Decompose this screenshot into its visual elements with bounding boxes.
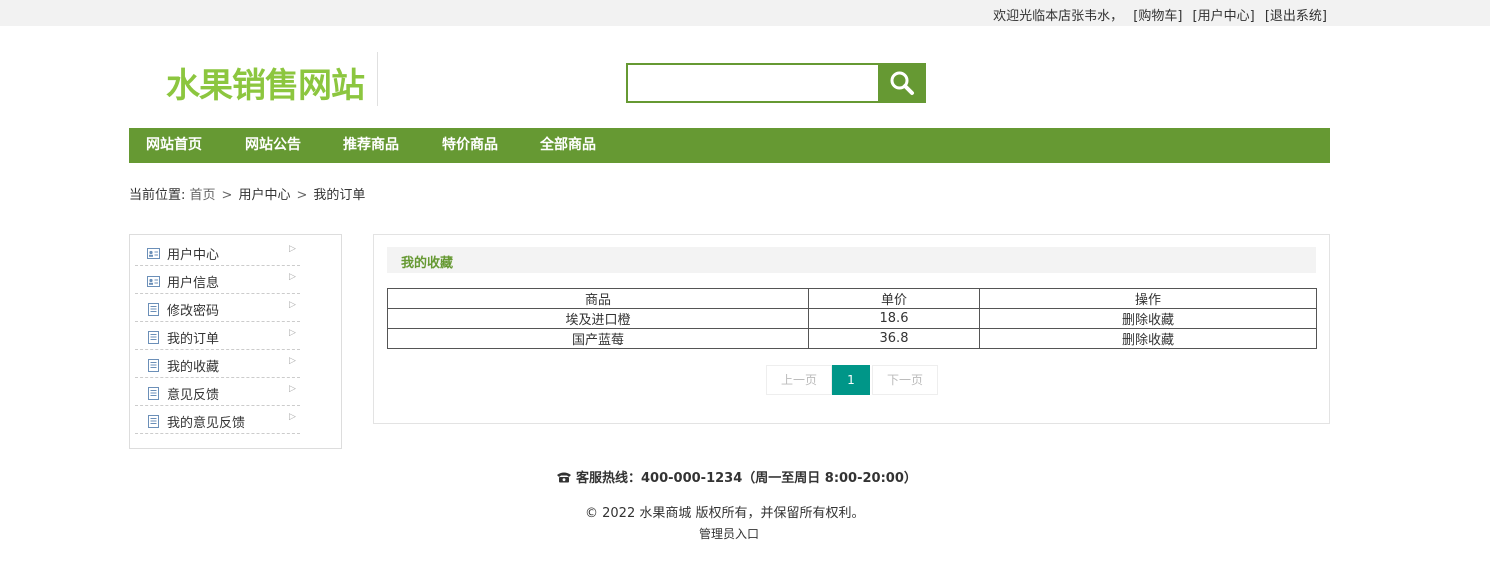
- document-icon: [148, 359, 159, 372]
- nav-item-announcements[interactable]: 网站公告: [245, 128, 301, 163]
- sidebar-item-label: 我的收藏: [167, 360, 220, 375]
- search-icon: [890, 71, 914, 95]
- user-sidebar: 用户中心 ▷ 用户信息 ▷ 修改密码 ▷ 我的订单 ▷ 我的收藏 ▷ 意见反馈 …: [129, 234, 342, 449]
- sidebar-item-my-feedback[interactable]: 我的意见反馈 ▷: [135, 406, 300, 434]
- sidebar-item-label: 我的订单: [167, 332, 220, 347]
- breadcrumb-current: 我的订单: [313, 188, 366, 203]
- table-row: 埃及进口橙 18.6 删除收藏: [387, 308, 1317, 329]
- user-card-icon: [147, 276, 160, 287]
- favorites-table: 商品 单价 操作 埃及进口橙 18.6 删除收藏 国产蓝莓 36.8 删除收藏: [387, 288, 1317, 349]
- price-cell: 36.8: [808, 328, 980, 349]
- document-icon: [148, 415, 159, 428]
- cart-link[interactable]: [购物车]: [1133, 9, 1182, 24]
- hotline-text: 客服热线：400-000-1234（周一至周日 8:00-20:00）: [576, 471, 917, 486]
- table-header-row: 商品 单价 操作: [387, 288, 1317, 309]
- breadcrumb-prefix: 当前位置:: [129, 188, 186, 203]
- copyright-text: © 2022 水果商城 版权所有，并保留所有权利。: [585, 506, 865, 521]
- favorites-panel: 我的收藏 商品 单价 操作 埃及进口橙 18.6 删除收藏 国产蓝莓 36.8 …: [373, 234, 1330, 424]
- sidebar-item-label: 用户信息: [167, 276, 220, 291]
- nav-item-all-products[interactable]: 全部商品: [540, 128, 596, 163]
- remove-favorite-link[interactable]: 删除收藏: [979, 328, 1317, 349]
- breadcrumb-home[interactable]: 首页: [190, 188, 216, 203]
- sidebar-item-label: 用户中心: [167, 248, 220, 263]
- chevron-right-icon: ▷: [289, 412, 296, 422]
- service-hotline: 客服热线：400-000-1234（周一至周日 8:00-20:00）: [556, 467, 917, 486]
- search-input[interactable]: [626, 63, 884, 103]
- breadcrumb-user-center[interactable]: 用户中心: [238, 188, 290, 203]
- main-nav: 网站首页 网站公告 推荐商品 特价商品 全部商品: [129, 128, 1330, 163]
- document-icon: [148, 387, 159, 400]
- logo-divider: [377, 52, 378, 106]
- chevron-right-icon: ▷: [289, 244, 296, 254]
- sidebar-item-change-password[interactable]: 修改密码 ▷: [135, 294, 300, 322]
- logout-link[interactable]: [退出系统]: [1265, 9, 1327, 24]
- next-page-button[interactable]: 下一页: [872, 365, 938, 395]
- page-1-button[interactable]: 1: [832, 365, 870, 395]
- sidebar-item-label: 意见反馈: [167, 388, 220, 403]
- site-logo[interactable]: 水果销售网站: [166, 58, 365, 107]
- search-bar: [626, 63, 926, 103]
- top-bar: 欢迎光临本店张韦水， [购物车] [用户中心] [退出系统]: [0, 0, 1490, 26]
- phone-icon: [557, 472, 571, 483]
- product-name-cell[interactable]: 埃及进口橙: [387, 308, 809, 329]
- sidebar-item-label: 修改密码: [167, 304, 220, 319]
- column-header-price: 单价: [808, 288, 980, 309]
- breadcrumb-separator: >: [296, 188, 308, 203]
- panel-header: 我的收藏: [387, 247, 1316, 273]
- sidebar-item-label: 我的意见反馈: [167, 416, 246, 431]
- top-bar-links: 欢迎光临本店张韦水， [购物车] [用户中心] [退出系统]: [987, 5, 1327, 24]
- admin-login-link[interactable]: 管理员入口: [699, 525, 759, 542]
- sidebar-item-my-orders[interactable]: 我的订单 ▷: [135, 322, 300, 350]
- panel-title: 我的收藏: [401, 256, 454, 271]
- chevron-right-icon: ▷: [289, 328, 296, 338]
- user-card-icon: [147, 248, 160, 259]
- nav-item-specials[interactable]: 特价商品: [442, 128, 498, 163]
- remove-favorite-link[interactable]: 删除收藏: [979, 308, 1317, 329]
- column-header-product: 商品: [387, 288, 809, 309]
- sidebar-item-my-favorites[interactable]: 我的收藏 ▷: [135, 350, 300, 378]
- nav-item-recommended[interactable]: 推荐商品: [343, 128, 399, 163]
- chevron-right-icon: ▷: [289, 356, 296, 366]
- welcome-text: 欢迎光临本店张韦水，: [993, 9, 1124, 24]
- column-header-action: 操作: [979, 288, 1317, 309]
- chevron-right-icon: ▷: [289, 300, 296, 310]
- breadcrumb-separator: >: [221, 188, 233, 203]
- table-row: 国产蓝莓 36.8 删除收藏: [387, 328, 1317, 349]
- chevron-right-icon: ▷: [289, 272, 296, 282]
- document-icon: [148, 303, 159, 316]
- sidebar-item-user-center[interactable]: 用户中心 ▷: [135, 238, 300, 266]
- sidebar-item-user-info[interactable]: 用户信息 ▷: [135, 266, 300, 294]
- chevron-right-icon: ▷: [289, 384, 296, 394]
- prev-page-button[interactable]: 上一页: [766, 365, 832, 395]
- product-name-cell[interactable]: 国产蓝莓: [387, 328, 809, 349]
- user-center-link[interactable]: [用户中心]: [1193, 9, 1255, 24]
- sidebar-item-feedback[interactable]: 意见反馈 ▷: [135, 378, 300, 406]
- document-icon: [148, 331, 159, 344]
- price-cell: 18.6: [808, 308, 980, 329]
- search-button[interactable]: [878, 63, 926, 103]
- nav-item-home[interactable]: 网站首页: [146, 128, 202, 163]
- breadcrumb: 当前位置: 首页 > 用户中心 > 我的订单: [129, 184, 365, 203]
